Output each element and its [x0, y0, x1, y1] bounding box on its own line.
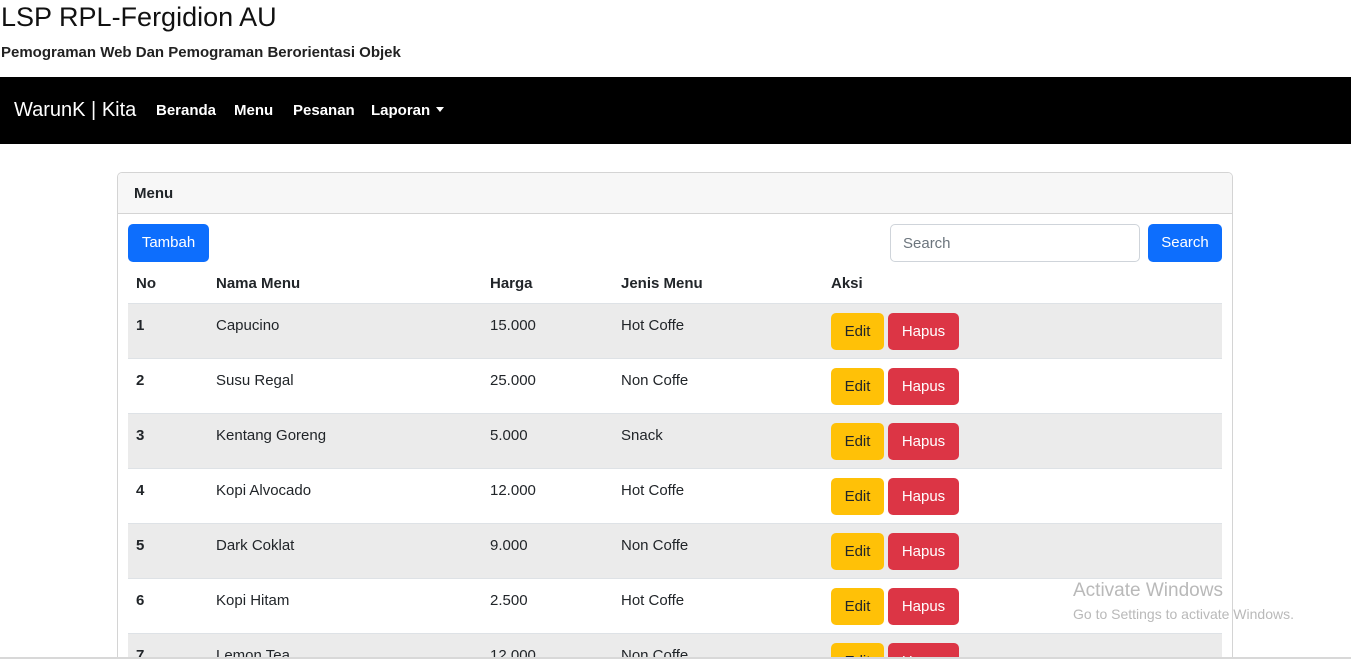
cell-harga: 15.000: [482, 302, 613, 358]
menu-table: No Nama Menu Harga Jenis Menu Aksi 1 Cap…: [128, 265, 1222, 659]
delete-button[interactable]: Hapus: [888, 312, 959, 350]
table-row: 2 Susu Regal 25.000 Non Coffe Edit Hapus: [128, 357, 1222, 413]
cell-harga: 2.500: [482, 577, 613, 633]
site-header: LSP RPL-Fergidion AU Pemograman Web Dan …: [0, 0, 1351, 77]
cell-harga: 5.000: [482, 412, 613, 468]
nav-item-laporan[interactable]: Laporan: [371, 102, 445, 119]
cell-aksi: EditHapus: [823, 467, 1222, 523]
cell-jenis-menu: Snack: [613, 412, 823, 468]
cell-nama-menu: Susu Regal: [208, 357, 482, 413]
table-header-row: No Nama Menu Harga Jenis Menu Aksi: [128, 265, 1222, 303]
edit-button[interactable]: Edit: [831, 422, 884, 460]
column-header-jenis: Jenis Menu: [621, 275, 703, 293]
cell-no: 4: [128, 467, 208, 523]
cell-no: 1: [128, 302, 208, 358]
table-row: 6 Kopi Hitam 2.500 Hot Coffe Edit Hapus: [128, 577, 1222, 633]
nav-item-laporan-label: Laporan: [371, 102, 431, 119]
delete-button[interactable]: Hapus: [888, 367, 959, 405]
cell-nama-menu: Dark Coklat: [208, 522, 482, 578]
cell-nama-menu: Kopi Hitam: [208, 577, 482, 633]
cell-aksi: EditHapus: [823, 632, 1222, 659]
watermark-title: Activate Windows: [1073, 580, 1223, 601]
cell-nama-menu: Lemon Tea: [208, 632, 482, 659]
site-subtitle: Pemograman Web Dan Pemograman Berorienta…: [1, 44, 401, 61]
activate-windows-watermark: Activate Windows Go to Settings to activ…: [1073, 580, 1294, 622]
cell-nama-menu: Kopi Alvocado: [208, 467, 482, 523]
caret-down-icon: [436, 107, 445, 112]
delete-button[interactable]: Hapus: [888, 532, 959, 570]
navbar: WarunK | Kita Beranda Menu Pesanan Lapor…: [0, 77, 1351, 144]
nav-item-menu[interactable]: Menu: [234, 102, 273, 119]
cell-no: 2: [128, 357, 208, 413]
cell-jenis-menu: Hot Coffe: [613, 467, 823, 523]
watermark-subtitle: Go to Settings to activate Windows.: [1073, 606, 1294, 622]
cell-harga: 12.000: [482, 467, 613, 523]
cell-harga: 9.000: [482, 522, 613, 578]
edit-button[interactable]: Edit: [831, 587, 884, 625]
add-menu-button[interactable]: Tambah: [128, 224, 209, 262]
cell-jenis-menu: Non Coffe: [613, 522, 823, 578]
card-title: Menu: [118, 173, 1232, 214]
table-row: 4 Kopi Alvocado 12.000 Hot Coffe Edit Hap…: [128, 467, 1222, 523]
search-button[interactable]: Search: [1148, 224, 1222, 262]
cell-aksi: EditHapus: [823, 412, 1222, 468]
cell-no: 7: [128, 632, 208, 659]
search-input[interactable]: [890, 224, 1140, 262]
cell-jenis-menu: Hot Coffe: [613, 577, 823, 633]
site-title: LSP RPL-Fergidion AU: [1, 2, 277, 32]
edit-button[interactable]: Edit: [831, 312, 884, 350]
column-header-harga: Harga: [490, 275, 533, 293]
table-row: 7 Lemon Tea 12.000 Non Coffe EditHapus: [128, 632, 1222, 659]
cell-no: 6: [128, 577, 208, 633]
edit-button[interactable]: Edit: [831, 367, 884, 405]
table-row: 5 Dark Coklat 9.000 Non Coffe Edit Hapus: [128, 522, 1222, 578]
cell-jenis-menu: Hot Coffe: [613, 302, 823, 358]
nav-item-pesanan[interactable]: Pesanan: [293, 102, 355, 119]
delete-button[interactable]: Hapus: [888, 587, 959, 625]
cell-no: 3: [128, 412, 208, 468]
column-header-aksi: Aksi: [831, 275, 863, 293]
column-header-nama: Nama Menu: [216, 275, 301, 293]
cell-nama-menu: Capucino: [208, 302, 482, 358]
cell-no: 5: [128, 522, 208, 578]
navbar-brand[interactable]: WarunK | Kita: [14, 99, 136, 122]
cell-jenis-menu: Non Coffe: [613, 632, 823, 659]
cell-aksi: EditHapus: [823, 357, 1222, 413]
column-header-no: No: [136, 275, 156, 293]
edit-button[interactable]: Edit: [831, 532, 884, 570]
cell-harga: 25.000: [482, 357, 613, 413]
cell-jenis-menu: Non Coffe: [613, 357, 823, 413]
nav-item-beranda[interactable]: Beranda: [156, 102, 216, 119]
table-row: 3 Kentang Goreng 5.000 Snack Edit Hapus: [128, 412, 1222, 468]
cell-aksi: EditHapus: [823, 522, 1222, 578]
edit-button[interactable]: Edit: [831, 477, 884, 515]
delete-button[interactable]: Hapus: [888, 477, 959, 515]
cell-aksi: EditHapus: [823, 302, 1222, 358]
cell-harga: 12.000: [482, 632, 613, 659]
delete-button[interactable]: Hapus: [888, 422, 959, 460]
menu-card: Menu Tambah Search No Nama Menu Harga Je…: [117, 172, 1233, 659]
cell-nama-menu: Kentang Goreng: [208, 412, 482, 468]
table-row: 1 Capucino 15.000 Hot Coffe Edit Hapus: [128, 302, 1222, 358]
